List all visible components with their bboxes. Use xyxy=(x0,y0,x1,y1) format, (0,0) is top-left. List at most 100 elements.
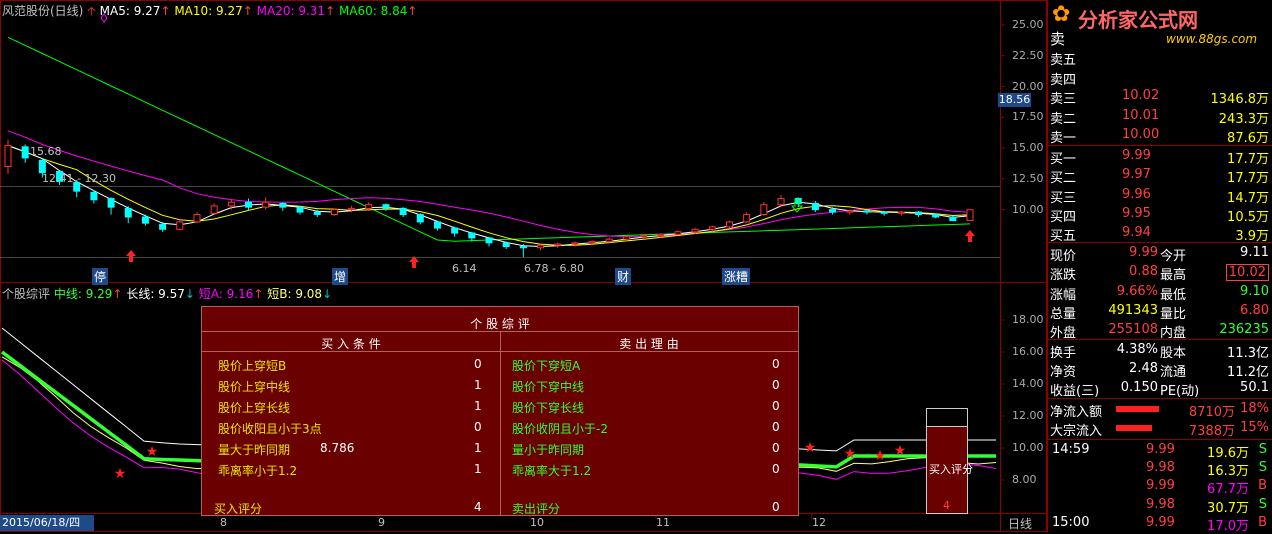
candle-body xyxy=(846,210,854,213)
chart-header: 风范股份(日线) 🡡 MA5: 9.27↑ MA10: 9.27↑ MA20: … xyxy=(2,2,417,23)
flow-value: 8710万 xyxy=(1188,405,1235,420)
quote-panel: 分析家公式网 ✿ www.88gs.com 卖 卖五 卖四 卖三 10.02 1346.… xyxy=(1047,0,1272,534)
stats-label: PE(动) xyxy=(1160,384,1200,399)
buy-arrow-icon xyxy=(965,230,975,242)
candle-body xyxy=(519,246,527,249)
star-marker-icon: ★ xyxy=(804,440,817,456)
sell-level-price: 10.01 xyxy=(1122,107,1160,123)
buy-condition-value: 1 xyxy=(474,399,482,413)
ma5-label: MA5: 9.27 xyxy=(99,4,161,18)
buy-condition-value: 0 xyxy=(474,420,482,434)
event-tag[interactable]: 财 xyxy=(615,268,632,285)
indicator-tick-label: 18.00 xyxy=(1012,313,1044,326)
month-label: 9 xyxy=(378,516,385,529)
buy-level-row[interactable]: 买四 9.95 10.5万 xyxy=(1048,205,1272,225)
buy-level-row[interactable]: 买五 9.94 3.9万 xyxy=(1048,224,1272,244)
sell-condition-value: 0 xyxy=(772,378,780,392)
candle-body xyxy=(485,237,493,244)
current-date: 2015/06/18/四 xyxy=(0,515,94,531)
tick-time: 15:00 xyxy=(1052,514,1090,530)
stats-row: 净资 2.48 流通 11.2亿 xyxy=(1048,360,1272,380)
quote-row: 涨幅 9.66% 最低 9.10 xyxy=(1048,283,1272,303)
buy-level-row[interactable]: 买三 9.96 14.7万 xyxy=(1048,186,1272,206)
buy-level-row[interactable]: 买一 9.99 17.7万 xyxy=(1048,147,1272,167)
candle-body xyxy=(760,204,768,216)
flow-row: 净流入额 8710万 18% xyxy=(1048,400,1272,420)
price-tick-label: 20.00 xyxy=(1012,79,1044,93)
candle-body xyxy=(811,202,819,211)
buy-level-price: 9.96 xyxy=(1122,186,1151,202)
flower-logo-icon: ✿ xyxy=(1052,2,1071,27)
event-tag[interactable]: 停 xyxy=(92,268,109,285)
candle-body xyxy=(914,211,922,216)
buy-condition-value: 1 xyxy=(474,462,482,476)
up-arrow-icon: ↑ xyxy=(325,4,336,18)
tick-row: 9.98 30.7万 S xyxy=(1048,496,1272,516)
sell-level-price: 10.02 xyxy=(1122,88,1160,103)
quote-value: 9.10 xyxy=(1240,283,1269,299)
indicator-tick-label: 10.00 xyxy=(1012,441,1044,454)
event-tag[interactable]: 增 xyxy=(332,268,349,285)
sell-level-label: 卖五 xyxy=(1050,53,1077,68)
sell-level-row[interactable]: 卖五 xyxy=(1048,48,1272,68)
buy-condition-label: 股价上穿短B xyxy=(218,359,287,373)
quote-value: 0.88 xyxy=(1129,264,1158,280)
sell-level-row[interactable]: 卖一 10.00 87.6万 xyxy=(1048,126,1272,146)
sell-condition-label: 股价下穿长线 xyxy=(512,401,585,415)
buy-arrow-icon xyxy=(126,250,136,262)
down-arrow-icon: ↓ xyxy=(322,287,333,301)
candle-body xyxy=(159,223,167,230)
sell-condition-label: 股价下穿短A xyxy=(512,359,581,373)
sell-level-row[interactable]: 卖四 xyxy=(1048,68,1272,88)
month-label: 11 xyxy=(656,516,670,529)
candle-body xyxy=(880,211,888,214)
sell-level-volume: 1346.8万 xyxy=(1210,92,1270,107)
candle-body xyxy=(38,159,46,174)
candle-body xyxy=(451,227,459,234)
price-marker: 18.56 xyxy=(998,93,1031,107)
sell-condition-value: 0 xyxy=(772,357,780,371)
quote-value: 10.02 xyxy=(1225,264,1269,282)
buy-level-price: 9.99 xyxy=(1122,148,1151,163)
sell-level-label: 卖二 xyxy=(1050,111,1077,127)
sell-header: 卖 出 理 由 xyxy=(619,337,679,351)
flow-row: 大宗流入 7388万 15% xyxy=(1048,419,1272,439)
ma10-label: MA10: 9.27 xyxy=(174,4,243,18)
price-tick-label: 22.50 xyxy=(1012,48,1044,62)
buy-condition-value: 1 xyxy=(474,378,482,392)
candle-body xyxy=(537,244,545,249)
stats-label: 股本 xyxy=(1160,346,1187,361)
logo-title: 分析家公式网 xyxy=(1078,8,1198,32)
buy-condition-label: 量大于昨同期 xyxy=(218,443,291,457)
candle-body xyxy=(622,236,630,240)
buy-level-label: 买二 xyxy=(1050,171,1077,187)
tick-volume: 16.3万 xyxy=(1207,464,1249,480)
buy-header: 买 入 条 件 xyxy=(321,337,381,351)
candle-body xyxy=(296,206,304,213)
candle-body xyxy=(90,191,98,201)
tick-side: B xyxy=(1258,478,1267,494)
up-arrow-icon: ↑ xyxy=(407,4,418,18)
candle-body xyxy=(210,205,218,214)
stock-evaluation-popup[interactable]: 个 股 综 评 买 入 条 件 卖 出 理 由 股价上穿短B 0 股价上穿中线 1 股价… xyxy=(201,306,799,516)
candle-body xyxy=(691,228,699,233)
sell-score: 0 xyxy=(772,500,780,514)
candle-body xyxy=(399,207,407,216)
tick-volume: 67.7万 xyxy=(1207,482,1249,498)
ma60-label: MA60: 8.84 xyxy=(338,4,408,18)
sell-level-row[interactable]: 卖三 10.02 1346.8万 xyxy=(1048,87,1272,107)
sell-level-row[interactable]: 卖二 10.01 243.3万 xyxy=(1048,107,1272,127)
longline-label: 长线: 9.57 xyxy=(126,287,185,301)
stats-value: 11.2亿 xyxy=(1227,365,1269,380)
candle-body xyxy=(227,201,235,207)
candle-body xyxy=(313,211,321,216)
period-label[interactable]: 日线 xyxy=(1008,515,1032,532)
indicator-name: 个股综评 xyxy=(2,287,51,301)
candle-body xyxy=(124,207,132,218)
candle-body xyxy=(777,198,785,206)
buy-level-row[interactable]: 买二 9.97 17.7万 xyxy=(1048,166,1272,187)
flow-value: 7388万 xyxy=(1188,424,1235,439)
event-tag[interactable]: 涨糟 xyxy=(722,268,751,285)
stats-row: 收益(三) 0.150 PE(动) 50.1 xyxy=(1048,379,1272,399)
low-annotation: 6.14 xyxy=(452,262,477,275)
